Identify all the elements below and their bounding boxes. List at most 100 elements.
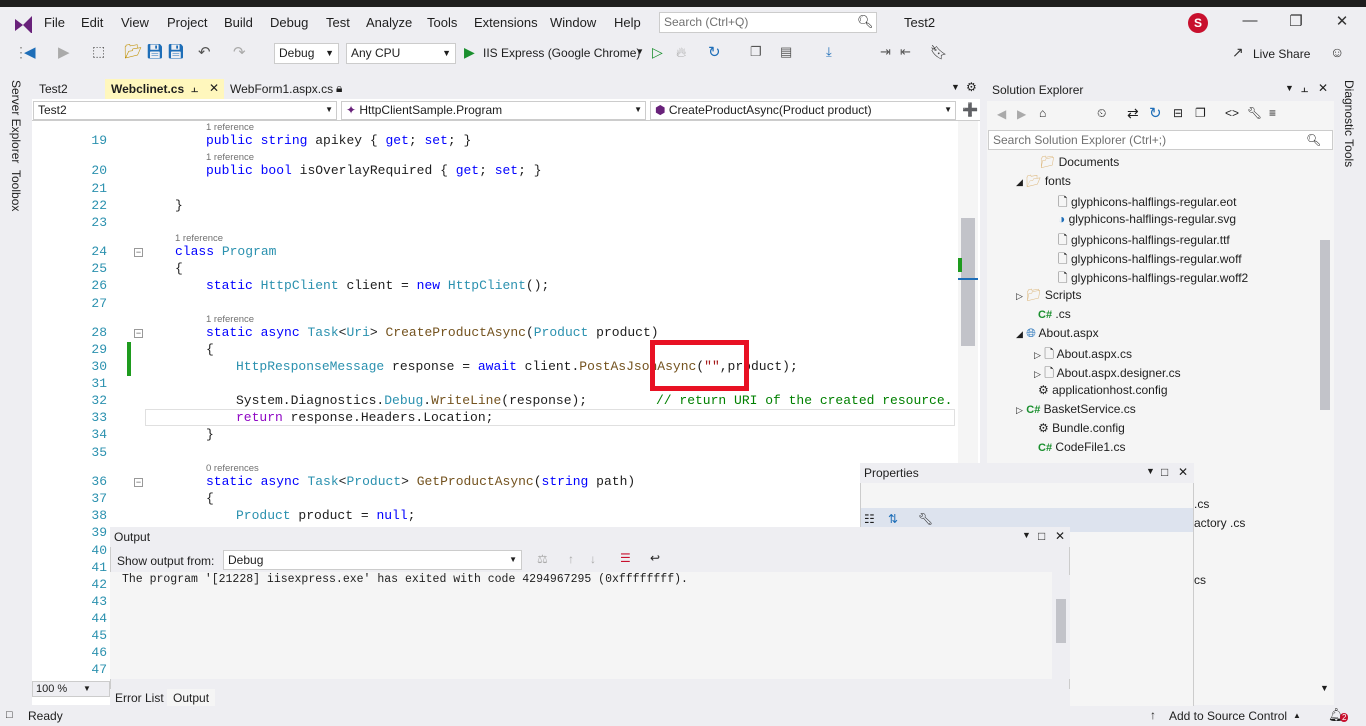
split-icon[interactable]: ➕ (962, 102, 978, 118)
output-source-select[interactable]: Debug ▼ (223, 550, 522, 570)
hot-reload-icon[interactable]: 🔥︎ (676, 44, 686, 61)
outdent-icon[interactable]: ⇤ (900, 44, 911, 60)
tree-item-woff2[interactable]: 🗋 glyphicons-halflings-regular.woff2 (1058, 269, 1248, 290)
show-all-icon[interactable]: ❐ (1195, 106, 1206, 120)
collapsed-icon[interactable]: ▷ (1034, 369, 1041, 379)
menu-test[interactable]: Test (326, 15, 350, 30)
collapsed-icon[interactable]: ▷ (1016, 405, 1023, 415)
solution-scrollbar-thumb[interactable] (1320, 240, 1330, 410)
clear-all-icon[interactable]: ☰ (620, 551, 631, 565)
solution-search-input[interactable]: Search Solution Explorer (Ctrl+;) (988, 130, 1333, 150)
close-icon[interactable]: ✕ (1055, 529, 1065, 543)
pin-icon[interactable]: ⫠ (1301, 81, 1308, 96)
tree-item-basketservice[interactable]: ▷ C# BasketService.cs (1016, 402, 1136, 416)
menu-file[interactable]: File (44, 15, 65, 30)
forward-icon[interactable]: ▶ (1017, 107, 1026, 121)
avatar[interactable]: S (1188, 13, 1208, 33)
search-input[interactable]: Search (Ctrl+Q) (659, 12, 877, 33)
add-to-source-control-button[interactable]: Add to Source Control (1169, 709, 1287, 723)
menu-help[interactable]: Help (614, 15, 641, 30)
output-text[interactable]: The program '[21228] iisexpress.exe' has… (110, 572, 1052, 679)
project-dropdown[interactable]: Test2 ▼ (33, 101, 337, 120)
toolbox-tab[interactable]: Toolbox (9, 170, 23, 211)
expanded-icon[interactable]: ◢ (1016, 329, 1023, 339)
tree-item-bundle-config[interactable]: ⚙ Bundle.config (1038, 421, 1125, 435)
zoom-select[interactable]: 100 % ▼ (32, 681, 110, 697)
home-icon[interactable]: ⌂ (1039, 106, 1046, 120)
tab-webclinet[interactable]: Webclinet.cs ⫠ ✕ (105, 79, 224, 99)
codelens-reference[interactable]: 1 reference (206, 314, 254, 325)
live-share-button[interactable]: Live Share (1253, 47, 1310, 61)
undo-icon[interactable]: ↶ (198, 43, 211, 61)
prev-message-icon[interactable]: ↑ (568, 552, 574, 566)
class-dropdown[interactable]: ✦ HttpClientSample.Program ▼ (341, 101, 646, 120)
codelens-reference[interactable]: 0 references (206, 463, 259, 474)
upload-icon[interactable]: ↑ (1150, 708, 1156, 722)
tab-webform1[interactable]: WebForm1.aspx.cs 🔒︎ (224, 79, 354, 99)
collapsed-icon[interactable]: ▷ (1016, 291, 1023, 301)
next-message-icon[interactable]: ↓ (590, 552, 596, 566)
output-scrollbar[interactable] (1052, 575, 1070, 679)
layout-icon[interactable]: ▤ (780, 44, 792, 60)
expanded-icon[interactable]: ◢ (1016, 177, 1023, 187)
feedback-icon[interactable]: ☺ (1330, 44, 1344, 60)
tree-item-fonts[interactable]: ◢ 📂︎ fonts (1016, 174, 1071, 188)
tree-item-applicationhost[interactable]: ⚙ applicationhost.config (1038, 383, 1168, 397)
menu-edit[interactable]: Edit (81, 15, 103, 30)
chevron-down-icon[interactable]: ▼ (1022, 530, 1031, 540)
word-wrap-icon[interactable]: ↩ (650, 551, 660, 565)
tree-item-svg[interactable]: ◑ glyphicons-halflings-regular.svg (1058, 212, 1236, 226)
menu-view[interactable]: View (121, 15, 149, 30)
config-select[interactable]: Debug ▼ (274, 43, 339, 64)
maximize-icon[interactable]: □ (1038, 529, 1045, 543)
search-icon[interactable]: 🔍︎ (1306, 133, 1321, 147)
minimize-icon[interactable]: — (1240, 12, 1260, 32)
code-icon[interactable]: <> (1225, 106, 1239, 120)
redo-icon[interactable]: ↷ (233, 43, 246, 61)
maximize-icon[interactable]: ❐ (1286, 12, 1306, 32)
menu-debug[interactable]: Debug (270, 15, 308, 30)
diagnostic-tools-tab[interactable]: Diagnostic Tools (1342, 80, 1356, 167)
server-explorer-tab[interactable]: Server Explorer (9, 80, 23, 163)
preview-icon[interactable]: ≡ (1269, 106, 1276, 120)
sort-icon[interactable]: ⇅ (888, 512, 898, 526)
categorized-icon[interactable]: ☷ (864, 512, 875, 526)
run-target-button[interactable]: IIS Express (Google Chrome) (483, 46, 640, 60)
close-icon[interactable]: ✕ (1178, 465, 1188, 479)
gear-icon[interactable]: ⚙ (966, 80, 977, 94)
chevron-down-icon[interactable]: ▼ (951, 82, 960, 92)
save-icon[interactable]: 💾︎ (146, 43, 164, 60)
back-icon[interactable]: ◀ (24, 43, 36, 61)
refresh-icon[interactable]: ↻ (708, 43, 721, 61)
bookmark-icon[interactable]: 🔖︎ (930, 44, 948, 61)
scroll-down-icon[interactable]: ▼ (1320, 683, 1329, 693)
member-dropdown[interactable]: ⬢ CreateProductAsync(Product product) ▼ (650, 101, 956, 120)
menu-project[interactable]: Project (167, 15, 207, 30)
fold-toggle[interactable]: − (134, 248, 143, 257)
tree-item-ttf[interactable]: 🗋 glyphicons-halflings-regular.ttf (1058, 231, 1230, 252)
collapsed-icon[interactable]: ▷ (1034, 350, 1041, 360)
codelens-reference[interactable]: 1 reference (206, 122, 254, 133)
new-project-icon[interactable]: ⬚ (92, 43, 105, 60)
close-icon[interactable]: ✕ (1332, 12, 1352, 32)
close-icon[interactable]: ✕ (1318, 81, 1328, 95)
save-all-icon[interactable]: 💾︎ (167, 43, 185, 60)
menu-tools[interactable]: Tools (427, 15, 457, 30)
menu-window[interactable]: Window (550, 15, 596, 30)
open-folder-icon[interactable]: 📂︎ (124, 43, 142, 60)
share-icon[interactable]: ↗ (1232, 44, 1244, 61)
fold-toggle[interactable]: − (134, 478, 143, 487)
find-message-icon[interactable]: ⚖ (537, 552, 548, 566)
scrollbar-thumb[interactable] (961, 218, 975, 346)
menu-build[interactable]: Build (224, 15, 253, 30)
tree-item-about-aspx[interactable]: ◢ 🌐︎ About.aspx (1016, 326, 1099, 341)
tree-item-woff[interactable]: 🗋 glyphicons-halflings-regular.woff (1058, 250, 1242, 271)
codelens-reference[interactable]: 1 reference (175, 233, 223, 244)
platform-select[interactable]: Any CPU ▼ (346, 43, 456, 64)
forward-icon[interactable]: ▶ (58, 43, 70, 61)
collapse-icon[interactable]: ⊟ (1173, 106, 1183, 120)
tree-item-about-designer[interactable]: ▷ 🗋 About.aspx.designer.cs (1034, 364, 1181, 385)
browse-icon[interactable]: ❐ (750, 44, 762, 60)
tree-item-scripts[interactable]: ▷ 📁︎ Scripts (1016, 288, 1082, 302)
tree-item-eot[interactable]: 🗋 glyphicons-halflings-regular.eot (1058, 193, 1236, 214)
